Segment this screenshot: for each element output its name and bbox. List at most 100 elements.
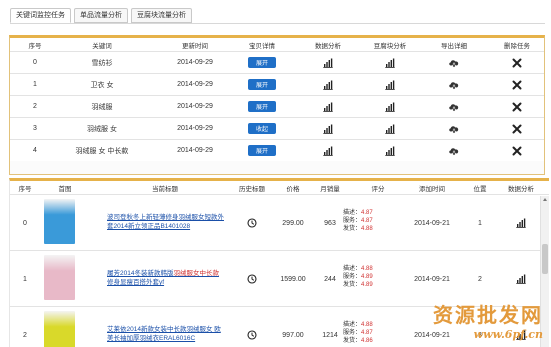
col-item-index: 序号	[18, 185, 32, 193]
keyword-row-updated: 2014-09-29	[177, 125, 213, 132]
cloud-download-icon[interactable]	[448, 102, 460, 112]
history-clock-icon[interactable]	[247, 218, 257, 228]
keyword-row-index: 1	[33, 81, 37, 88]
item-row-index: 0	[23, 219, 27, 227]
col-monthly-sales: 月销量	[320, 185, 340, 193]
score-line: 发货：4.89	[343, 281, 373, 289]
score-line: 服务：4.89	[343, 273, 373, 281]
toggle-detail-button[interactable]: 展开	[248, 79, 276, 90]
item-row-analysis	[504, 252, 538, 306]
watermark: 资源批发网 www.6pf.cn	[433, 299, 543, 341]
score-line: 服务：4.87	[343, 329, 373, 337]
bar-chart-icon[interactable]	[385, 124, 395, 134]
bar-chart-icon[interactable]	[516, 274, 526, 284]
score-block: 描述：4.88 服务：4.89 发货：4.89	[343, 265, 373, 289]
toggle-detail-button[interactable]: 收起	[248, 123, 276, 134]
score-label: 描述：	[343, 322, 362, 328]
bar-chart-icon[interactable]	[385, 102, 395, 112]
score-label: 服务：	[343, 218, 362, 224]
product-thumbnail[interactable]	[44, 255, 75, 300]
keyword-row-detail: 收起	[242, 118, 282, 139]
col-export: 导出详细	[441, 42, 467, 50]
cloud-download-icon[interactable]	[448, 124, 460, 134]
keyword-row-tofu	[368, 74, 412, 95]
score-value: 4.88	[361, 266, 373, 272]
toggle-detail-button[interactable]: 展开	[248, 57, 276, 68]
col-analysis: 数据分析	[315, 42, 341, 50]
product-thumbnail[interactable]	[44, 311, 75, 347]
close-icon[interactable]	[512, 80, 522, 90]
keyword-row-updated: 2014-09-29	[177, 59, 213, 66]
tab-tofu-traffic[interactable]: 豆腐块流量分析	[131, 8, 192, 23]
score-label: 描述：	[343, 210, 362, 216]
keyword-row-index: 2	[33, 103, 37, 110]
keyword-row: 4 羽绒服 女 中长款 2014-09-29 展开	[10, 139, 544, 161]
keyword-row-analysis	[308, 118, 348, 139]
item-row-sales: 244	[324, 275, 336, 283]
cloud-download-icon[interactable]	[448, 146, 460, 156]
cloud-download-icon[interactable]	[448, 80, 460, 90]
item-row-analysis	[504, 196, 538, 250]
col-index: 序号	[28, 42, 42, 50]
keyword-row-analysis	[308, 74, 348, 95]
toggle-detail-button[interactable]: 展开	[248, 101, 276, 112]
keyword-row-index: 3	[33, 125, 37, 132]
col-history-title: 历史标题	[239, 185, 265, 193]
keyword-row-export	[434, 140, 474, 161]
item-row-added: 2014-09-21	[414, 219, 450, 227]
bar-chart-icon[interactable]	[385, 80, 395, 90]
history-clock-icon[interactable]	[247, 330, 257, 340]
score-line: 描述：4.88	[343, 265, 373, 273]
item-row-history	[232, 308, 272, 347]
bar-chart-icon[interactable]	[516, 218, 526, 228]
scroll-thumb[interactable]	[542, 244, 548, 274]
bar-chart-icon[interactable]	[385, 58, 395, 68]
toggle-detail-button[interactable]: 展开	[248, 145, 276, 156]
product-title-link[interactable]: 履芳2014冬装新款韩版羽绒服女中长款修身显瘦百搭外套yf	[107, 269, 225, 287]
close-icon[interactable]	[512, 124, 522, 134]
bar-chart-icon[interactable]	[323, 58, 333, 68]
bar-chart-icon[interactable]	[323, 102, 333, 112]
keyword-row: 0 雪纺衫 2014-09-29 展开	[10, 51, 544, 73]
keyword-row-tofu	[368, 96, 412, 117]
score-label: 发货：	[343, 282, 362, 288]
col-keyword: 关键词	[92, 42, 112, 50]
keyword-row-delete	[497, 96, 537, 117]
scroll-up-icon[interactable]	[543, 198, 547, 201]
bar-chart-icon[interactable]	[323, 146, 333, 156]
keyword-row-keyword: 羽绒服	[91, 103, 113, 111]
item-row-index: 1	[23, 275, 27, 283]
item-row-position: 1	[478, 219, 482, 227]
score-line: 发货：4.88	[343, 225, 373, 233]
close-icon[interactable]	[512, 58, 522, 68]
col-score: 评分	[371, 185, 385, 193]
score-block: 描述：4.88 服务：4.87 发货：4.86	[343, 321, 373, 345]
tab-keyword-monitor[interactable]: 关键词监控任务	[10, 8, 71, 23]
score-value: 4.87	[361, 330, 373, 336]
watermark-line2: www.6pf.cn	[473, 328, 543, 341]
score-value: 4.87	[361, 218, 373, 224]
product-thumbnail[interactable]	[44, 199, 75, 244]
score-line: 描述：4.87	[343, 209, 373, 217]
history-clock-icon[interactable]	[247, 274, 257, 284]
keyword-row-tofu	[368, 140, 412, 161]
close-icon[interactable]	[512, 146, 522, 156]
bar-chart-icon[interactable]	[323, 80, 333, 90]
keyword-row-detail: 展开	[242, 52, 282, 73]
cloud-download-icon[interactable]	[448, 58, 460, 68]
product-title-link[interactable]: 艾莱依2014新款女装中长款羽绒服女 欧美长袖加厚羽绒衣ERAL6016C	[107, 325, 225, 343]
item-row: 0 波司登秋冬上新轻薄修身羽绒服女短款外套2014新立领正品B1401028 299…	[10, 196, 540, 251]
col-tofu: 豆腐块分析	[373, 42, 407, 50]
close-icon[interactable]	[512, 102, 522, 112]
keyword-table-header: 序号 关键词 更新时间 宝贝详情 数据分析 豆腐块分析 导出详细 删除任务	[10, 38, 544, 51]
title-text: 波司登秋冬上新轻薄修身羽绒服女短款外套2014新立领正品B1401028	[107, 214, 224, 230]
item-row-history	[232, 196, 272, 250]
keyword-row-analysis	[308, 96, 348, 117]
bar-chart-icon[interactable]	[323, 124, 333, 134]
item-table-header: 序号 首图 当前标题 历史标题 价格 月销量 评分 添加时间 位置 数据分析	[10, 181, 549, 195]
bar-chart-icon[interactable]	[385, 146, 395, 156]
product-title-link[interactable]: 波司登秋冬上新轻薄修身羽绒服女短款外套2014新立领正品B1401028	[107, 213, 225, 231]
tab-item-traffic[interactable]: 单品流量分析	[74, 8, 128, 23]
item-row-sales: 1214	[322, 331, 338, 339]
item-row-price: 997.00	[282, 331, 304, 339]
